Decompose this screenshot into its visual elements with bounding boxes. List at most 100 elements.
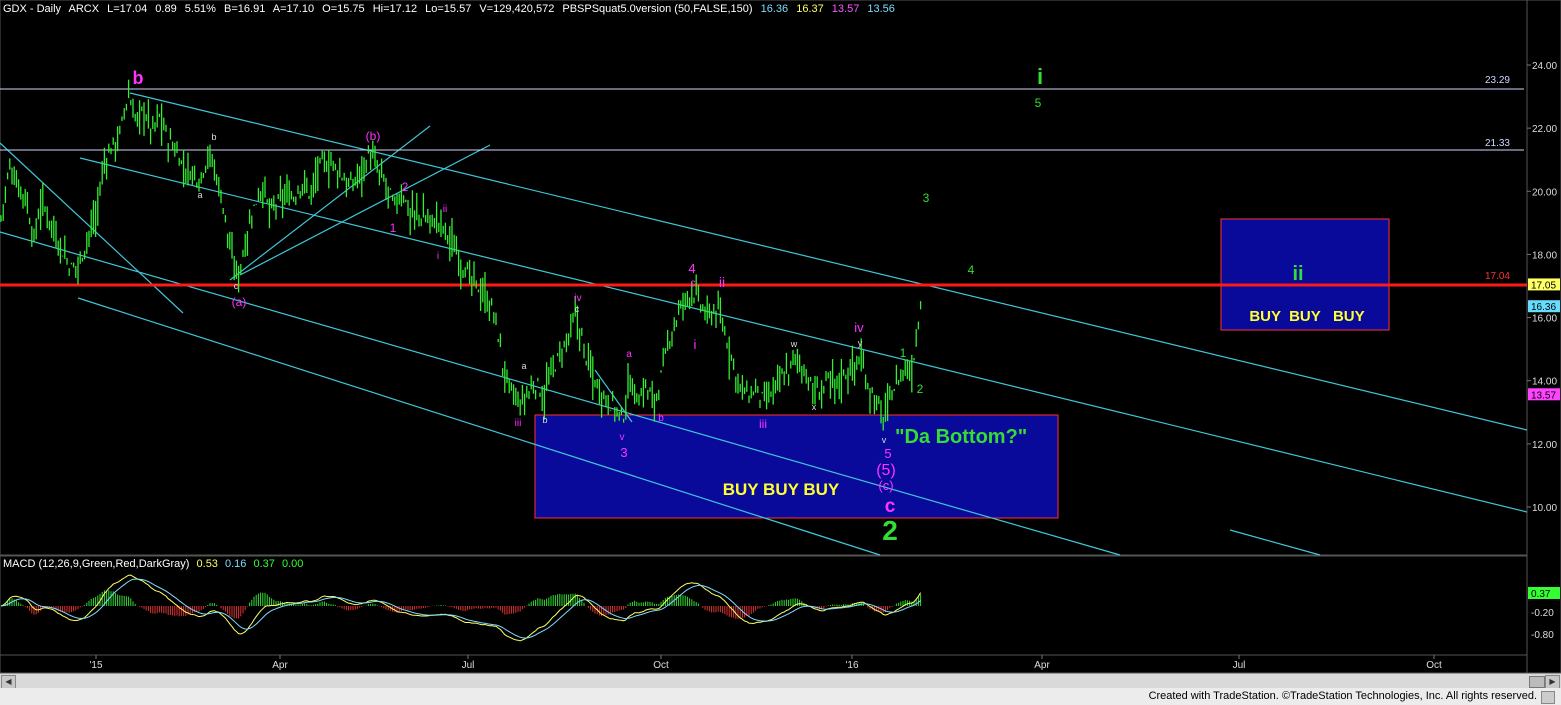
label-c-small: c — [234, 281, 239, 291]
macd-label: MACD (12,26,9,Green,Red,DarkGray) — [3, 558, 190, 570]
label-iii-mid: iii — [759, 417, 767, 431]
label-3-green: 3 — [923, 191, 930, 205]
price-badge-label: 17.05 — [1531, 280, 1556, 291]
last-price: L=17.04 — [107, 3, 148, 15]
label-a-paren: (a) — [232, 295, 247, 309]
y-tick-label: 22.00 — [1532, 124, 1557, 135]
label-1: 1 — [390, 221, 397, 235]
macd-pane — [0, 555, 1528, 656]
change-pct: 5.51% — [184, 3, 216, 15]
label-v2: v — [882, 435, 887, 445]
study-val-3: 13.57 — [831, 3, 860, 15]
y-tick-label: 10.00 — [1532, 503, 1557, 514]
label-b-top: b — [133, 68, 144, 88]
label-i: i — [437, 251, 439, 262]
macd-val-1: 0.53 — [196, 558, 218, 570]
label-4: 4 — [688, 261, 695, 276]
ask: A=17.10 — [272, 3, 315, 15]
label-a3: a — [626, 349, 632, 360]
y-tick-label: 18.00 — [1532, 250, 1557, 261]
label-c3: c — [691, 278, 696, 289]
exchange: ARCX — [68, 3, 100, 15]
macd-val-4: 0.00 — [281, 558, 304, 570]
label-iii-low: iii — [515, 418, 522, 429]
label-iv2: iv — [854, 320, 864, 335]
y-tick-label: 24.00 — [1532, 61, 1557, 72]
label-c-big: c — [885, 496, 896, 517]
label-2: 2 — [402, 180, 409, 194]
label-x: x — [812, 402, 817, 412]
price-axis — [1526, 0, 1561, 674]
macd-tick-1: -0.20 — [1531, 608, 1554, 619]
scroll-thumb[interactable] — [1529, 676, 1545, 688]
label-2-big: 2 — [882, 515, 898, 546]
study-val-4: 13.56 — [867, 3, 895, 15]
y-tick-label: 20.00 — [1532, 187, 1557, 198]
level-label-17-04: 17.04 — [1485, 271, 1510, 282]
macd-tick-0: 0.37 — [1531, 589, 1551, 600]
x-tick-16: '16 — [845, 660, 858, 671]
price-badge-label: 16.36 — [1531, 302, 1556, 313]
label-a-small: a — [197, 190, 202, 200]
level-label-23-29: 23.29 — [1485, 75, 1510, 86]
buy-text-right: BUY BUY BUY — [1249, 308, 1364, 325]
label-da-bottom: "Da Bottom?" — [895, 426, 1027, 448]
study-val-2: 16.37 — [796, 3, 824, 15]
symbol: GDX - Daily — [3, 3, 62, 15]
label-i-mid: i — [694, 337, 697, 352]
label-ii-big: ii — [719, 274, 725, 290]
label-5: 5 — [884, 446, 891, 461]
footer: Created with TradeStation. ©TradeStation… — [0, 688, 1561, 705]
horizontal-scrollbar[interactable]: ◀ ▶ — [0, 673, 1561, 689]
low: Lo=15.57 — [425, 3, 472, 15]
label-5-paren: (5) — [876, 462, 896, 479]
y-tick-label: 16.00 — [1532, 314, 1557, 325]
x-tick-apr2: Apr — [1034, 660, 1050, 671]
x-tick-oct2: Oct — [1426, 660, 1442, 671]
study-val-1: 16.36 — [760, 3, 789, 15]
label-i-green: i — [1037, 64, 1043, 89]
volume: V=129,420,572 — [479, 3, 555, 15]
label-b-small: b — [211, 132, 216, 142]
macd-tick-2: -0.80 — [1531, 630, 1554, 641]
level-label-21-33: 21.33 — [1485, 138, 1510, 149]
label-c-paren: (c) — [878, 478, 893, 493]
scroll-left-icon[interactable]: ◀ — [1, 675, 16, 689]
buy-text-left: BUY BUY BUY — [723, 480, 840, 499]
price-badge-label: 13.57 — [1531, 390, 1556, 401]
open: O=15.75 — [322, 3, 365, 15]
high: Hi=17.12 — [372, 3, 418, 15]
copyright-text: Created with TradeStation. ©TradeStation… — [1148, 690, 1537, 702]
label-1-green: 1 — [900, 346, 907, 360]
label-b3: b — [658, 413, 664, 424]
label-ii: ii — [443, 204, 447, 215]
label-a2: a — [521, 361, 526, 371]
label-y: y — [858, 338, 863, 348]
scroll-right-icon[interactable]: ▶ — [1545, 675, 1560, 689]
label-b2: b — [542, 415, 547, 425]
macd-header: MACD (12,26,9,Green,Red,DarkGray) 0.53 0… — [3, 558, 307, 570]
x-tick-apr: Apr — [272, 660, 288, 671]
label-v-low: v — [620, 432, 625, 443]
x-tick-jul: Jul — [462, 660, 475, 671]
macd-val-3: 0.37 — [253, 558, 275, 570]
macd-val-2: 0.16 — [225, 558, 247, 570]
y-tick-label: 12.00 — [1532, 440, 1557, 451]
label-5-green: 5 — [1035, 96, 1042, 110]
label-b-paren: (b) — [366, 129, 381, 143]
label-3: 3 — [620, 445, 627, 460]
chart-header: GDX - Daily ARCX L=17.04 0.89 5.51% B=16… — [3, 3, 900, 15]
label-c2: c — [575, 304, 580, 314]
label-ii-green: ii — [1292, 263, 1303, 285]
x-tick-oct: Oct — [653, 660, 669, 671]
resize-grip-icon[interactable] — [1541, 691, 1555, 704]
x-tick-jul2: Jul — [1233, 660, 1246, 671]
date-axis — [0, 654, 1528, 674]
label-2-green: 2 — [917, 382, 924, 396]
y-tick-label: 14.00 — [1532, 377, 1557, 388]
label-iv: iv — [574, 293, 581, 304]
label-4-green: 4 — [968, 263, 975, 277]
change: 0.89 — [155, 3, 177, 15]
study-name: PBSPSquat5.0version (50,FALSE,150) — [562, 3, 753, 15]
x-tick-15: '15 — [89, 660, 102, 671]
